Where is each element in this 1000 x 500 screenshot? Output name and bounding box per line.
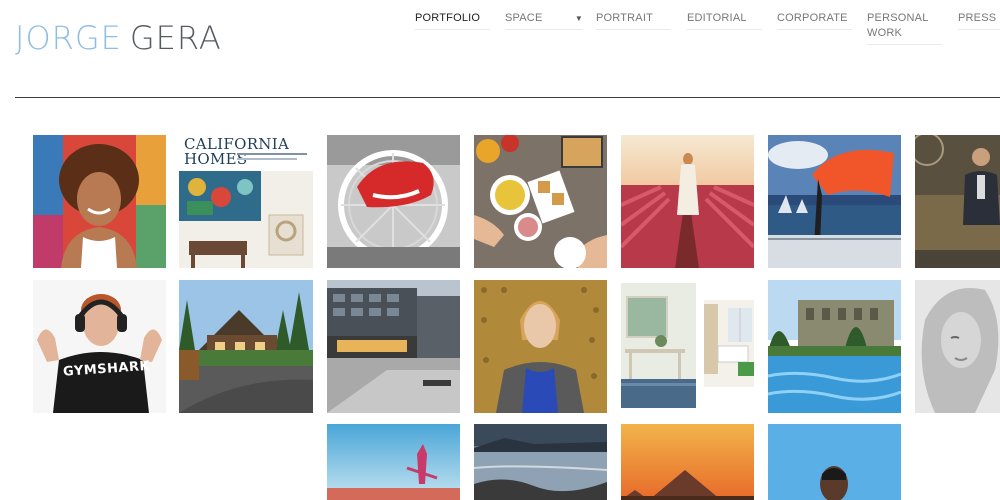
photo-pyramids-sunset[interactable] bbox=[621, 424, 754, 500]
photo-nike-shoe-wheel[interactable] bbox=[327, 135, 460, 268]
photo-man-suit-sofa[interactable] bbox=[915, 135, 1000, 268]
photo-woman-blue-shirt[interactable] bbox=[474, 280, 607, 413]
photo-apartment-building[interactable] bbox=[327, 280, 460, 413]
photo-food-table[interactable] bbox=[474, 135, 607, 268]
portfolio-grid: CALIFORNIA HOMES GYMSHARK bbox=[0, 0, 1000, 500]
photo-bw-portrait[interactable] bbox=[915, 280, 1000, 413]
photo-log-house[interactable] bbox=[179, 280, 313, 413]
photo-interior-chairs[interactable] bbox=[704, 300, 754, 387]
photo-red-fabric-yacht[interactable] bbox=[768, 135, 901, 268]
photo-man-blue-sky[interactable] bbox=[768, 424, 901, 500]
photo-seascape-mountain[interactable] bbox=[474, 424, 607, 500]
photo-california-homes-cover[interactable]: CALIFORNIA HOMES bbox=[179, 135, 313, 268]
photo-yoga-beach[interactable] bbox=[327, 424, 460, 500]
photo-curly-hair-woman[interactable] bbox=[33, 135, 166, 268]
photo-gymshark-headphones[interactable]: GYMSHARK bbox=[33, 280, 166, 413]
photo-pool-manor[interactable] bbox=[768, 280, 901, 413]
photo-tulip-field[interactable] bbox=[621, 135, 754, 268]
photo-interior-dining[interactable] bbox=[621, 283, 696, 408]
